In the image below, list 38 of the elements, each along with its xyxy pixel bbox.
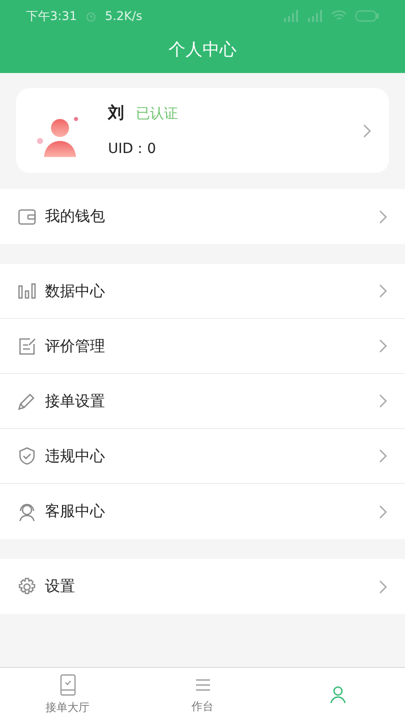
signal-icon: [307, 10, 323, 22]
profile-card[interactable]: 刘 已认证 UID：0: [16, 88, 389, 173]
battery-icon: [355, 10, 379, 22]
menu-item[interactable]: 我的钱包: [0, 189, 405, 244]
network-speed: 5.2K/s: [104, 9, 142, 23]
page-title: 个人中心: [168, 39, 236, 62]
chevron-right-icon: [379, 449, 387, 463]
pencil-icon: [17, 391, 37, 411]
alarm-icon: [84, 10, 97, 22]
chevron-right-icon: [379, 580, 387, 594]
shield-check-icon: [17, 446, 37, 466]
menu-item[interactable]: 客服中心: [0, 484, 405, 539]
person-icon: [328, 684, 348, 704]
user-id: UID：0: [108, 140, 158, 158]
settings-icon: [17, 576, 37, 596]
chevron-right-icon: [379, 394, 387, 408]
menu-item[interactable]: 数据中心: [0, 264, 405, 319]
tab[interactable]: 接单大厅: [0, 668, 135, 720]
wifi-icon: [331, 10, 347, 22]
tab[interactable]: 作台: [135, 668, 270, 720]
chevron-right-icon: [363, 124, 371, 138]
verified-label: 已认证: [136, 104, 178, 122]
wallet-icon: [17, 206, 37, 226]
chevron-right-icon: [379, 504, 387, 518]
chevron-right-icon: [379, 284, 387, 298]
menu-item[interactable]: 违规中心: [0, 429, 405, 484]
menu-item[interactable]: 接单设置: [0, 374, 405, 429]
bar-chart-icon: [17, 281, 37, 301]
phone-check-icon: [60, 674, 76, 696]
signal-icon: [283, 10, 299, 22]
headset-person-icon: [17, 502, 37, 522]
user-name: 刘: [108, 103, 124, 124]
chevron-right-icon: [379, 210, 387, 224]
chevron-right-icon: [379, 339, 387, 353]
note-icon: [17, 336, 37, 356]
menu-item[interactable]: 设置: [0, 559, 405, 614]
menu-item[interactable]: 评价管理: [0, 319, 405, 374]
status-time: 下午3:31: [26, 8, 77, 24]
